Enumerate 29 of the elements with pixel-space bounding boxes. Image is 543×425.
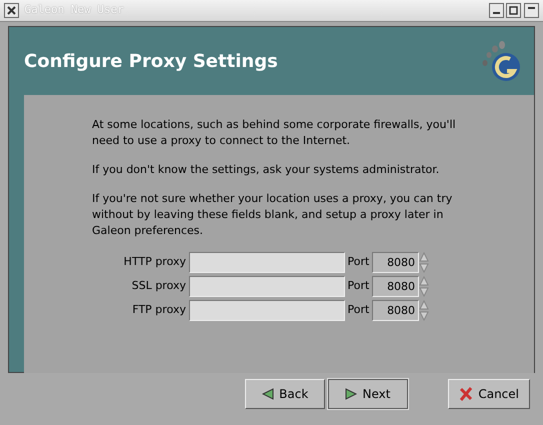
page-title: Configure Proxy Settings bbox=[24, 50, 278, 74]
field-label: HTTP proxy bbox=[122, 254, 186, 270]
port-field[interactable]: 8080 bbox=[372, 252, 420, 273]
back-button[interactable]: Back bbox=[245, 379, 325, 409]
maximize-icon[interactable] bbox=[506, 3, 522, 18]
field-label: FTP proxy bbox=[131, 302, 186, 318]
next-button[interactable]: Next bbox=[328, 379, 408, 409]
paragraph: If you don't know the settings, ask your systems administrator. bbox=[92, 162, 440, 178]
port-field[interactable]: 8080 bbox=[372, 276, 420, 297]
port-label: Port bbox=[348, 254, 370, 270]
spin-arrows-icon[interactable] bbox=[419, 300, 430, 320]
next-arrow-icon bbox=[345, 388, 358, 400]
spin-arrows-icon[interactable] bbox=[419, 276, 430, 297]
proxy-field[interactable] bbox=[188, 252, 345, 273]
proxy-field[interactable] bbox=[188, 300, 345, 320]
shade-icon[interactable] bbox=[524, 3, 539, 18]
port-label: Port bbox=[348, 278, 370, 294]
paragraph: At some locations, such as behind some corporate firewalls, you'll need to use a proxy to connect to the Internet. bbox=[92, 117, 457, 149]
port-label: Port bbox=[348, 302, 370, 318]
cancel-x-icon bbox=[458, 387, 473, 401]
spin-arrows-icon[interactable] bbox=[419, 252, 430, 273]
minimize-icon[interactable] bbox=[488, 3, 504, 18]
proxy-field[interactable] bbox=[188, 276, 345, 297]
back-arrow-icon bbox=[262, 388, 274, 400]
cancel-button[interactable]: Cancel bbox=[448, 379, 530, 409]
paragraph: If you're not sure whether your location uses a proxy, you can try without by leaving these fields blank, and setup a proxy later in Galeon preferences. bbox=[92, 191, 454, 239]
field-label: SSL proxy bbox=[130, 278, 186, 294]
close-icon[interactable] bbox=[4, 3, 19, 18]
port-field[interactable]: 8080 bbox=[372, 300, 420, 320]
